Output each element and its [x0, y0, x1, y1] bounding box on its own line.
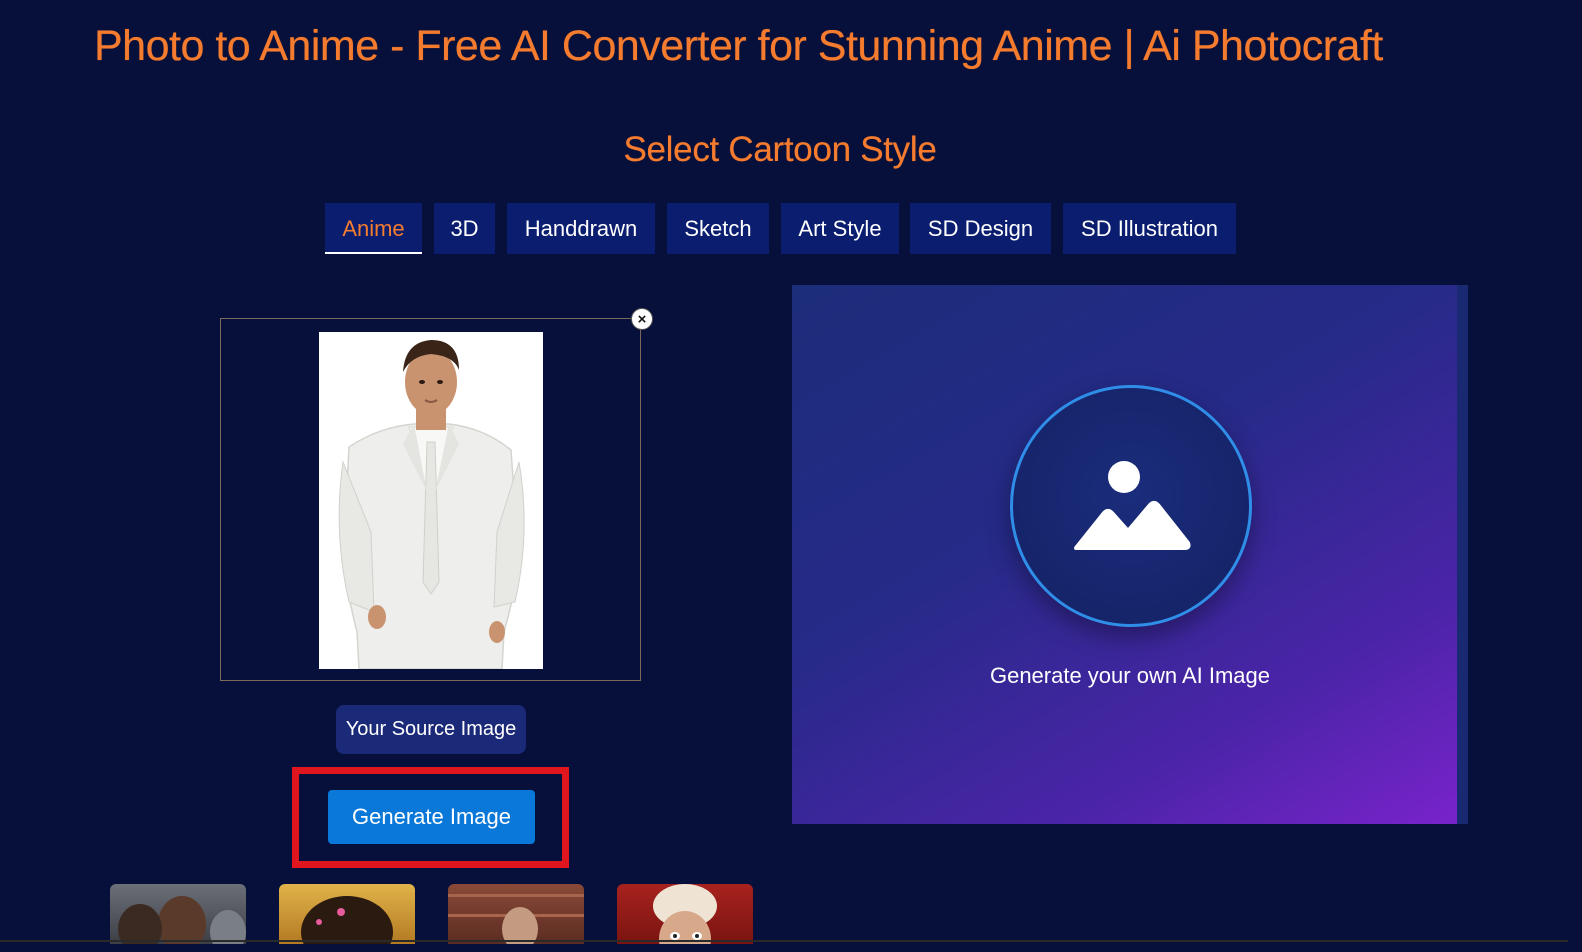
preview-caption: Generate your own AI Image	[989, 663, 1271, 688]
image-placeholder-circle	[1010, 385, 1252, 627]
scrollbar-track[interactable]	[1568, 0, 1582, 952]
remove-image-button[interactable]: ×	[631, 308, 653, 330]
image-placeholder-icon	[1074, 461, 1191, 550]
thumbnail-1[interactable]	[110, 884, 246, 944]
tab-art-style[interactable]: Art Style	[781, 203, 899, 254]
bottom-divider	[0, 940, 1582, 942]
tab-3d[interactable]: 3D	[434, 203, 495, 254]
thumbnail-4[interactable]	[617, 884, 753, 944]
tab-sd-illustration[interactable]: SD Illustration	[1063, 203, 1236, 254]
thumbnail-image	[118, 896, 246, 944]
page-title: Photo to Anime - Free AI Converter for S…	[94, 22, 1383, 70]
close-icon: ×	[637, 310, 647, 328]
man-in-white-suit-image	[319, 332, 543, 669]
tab-sketch[interactable]: Sketch	[667, 203, 769, 254]
tab-handdrawn[interactable]: Handdrawn	[507, 203, 655, 254]
thumbnail-2[interactable]	[279, 884, 415, 944]
generate-image-button[interactable]: Generate Image	[328, 790, 535, 844]
section-title: Select Cartoon Style	[623, 130, 937, 169]
tab-sd-design[interactable]: SD Design	[910, 203, 1051, 254]
thumbnail-image	[653, 884, 717, 944]
source-photo	[319, 332, 543, 669]
thumbnail-3[interactable]	[448, 884, 584, 944]
preview-edge	[1457, 285, 1468, 824]
tab-anime[interactable]: Anime	[325, 203, 422, 254]
page: Photo to Anime - Free AI Converter for S…	[0, 0, 1582, 952]
output-preview-panel: Generate your own AI Image	[792, 285, 1468, 824]
thumbnail-image	[448, 894, 584, 944]
source-image-label: Your Source Image	[336, 705, 526, 754]
thumbnail-image	[301, 896, 393, 944]
